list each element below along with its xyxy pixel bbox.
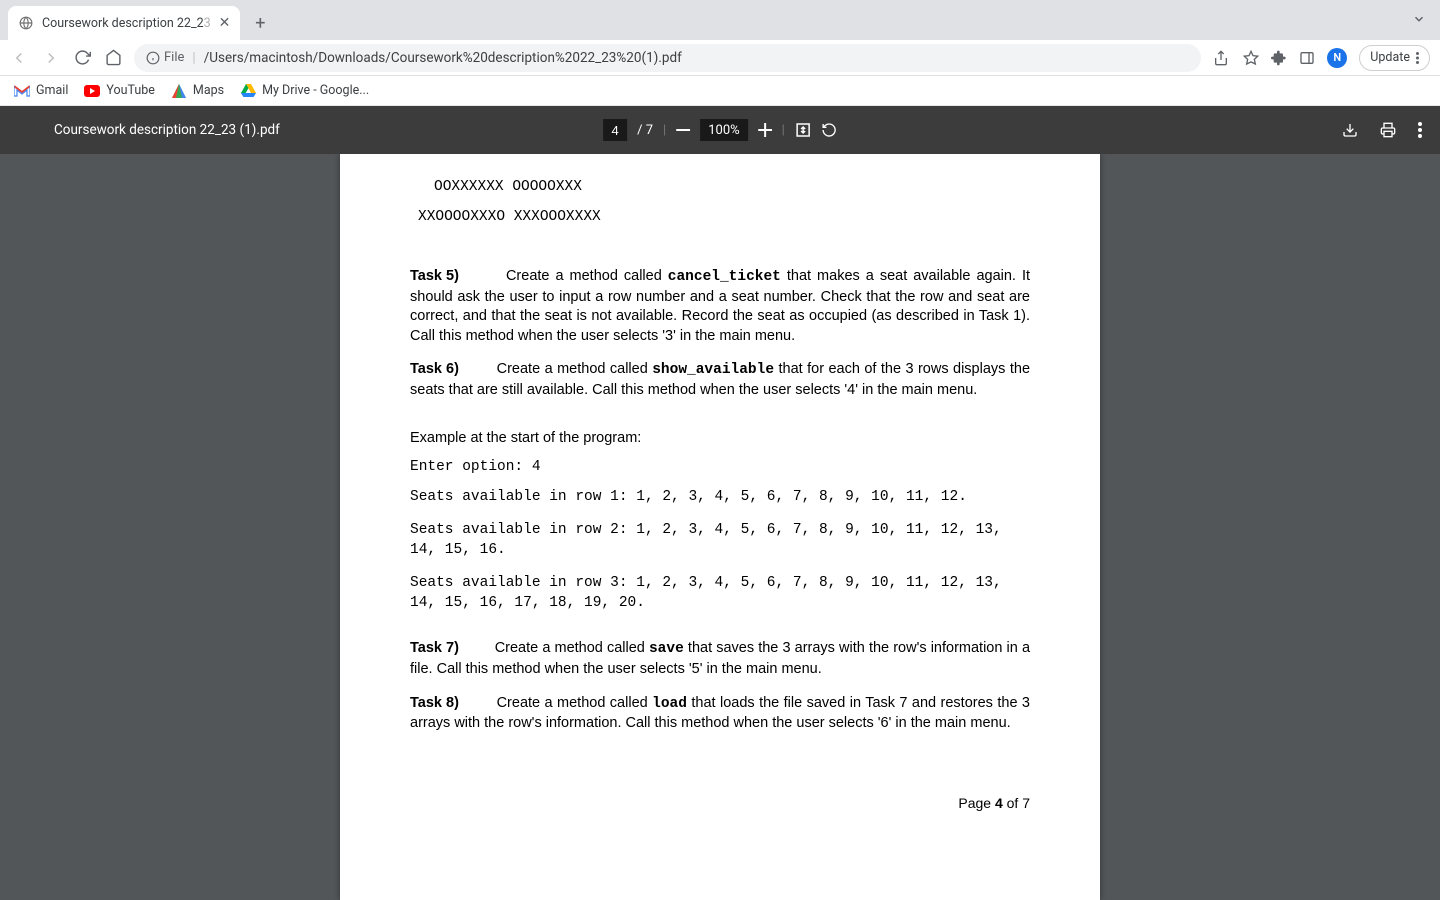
task-label: Task 7) (410, 639, 470, 659)
url-scheme: File (164, 50, 184, 65)
more-icon[interactable] (1418, 122, 1422, 138)
bookmarks-bar: Gmail YouTube Maps My Drive - Google... (0, 76, 1440, 106)
maps-icon (171, 83, 187, 99)
bookmark-star-icon[interactable] (1243, 50, 1259, 66)
back-icon[interactable] (10, 49, 28, 67)
fit-page-icon[interactable] (795, 122, 811, 138)
task-text: Create a method called (506, 268, 668, 284)
omnibox-separator: | (192, 50, 195, 66)
bookmark-label: My Drive - Google... (262, 83, 369, 98)
bookmark-maps[interactable]: Maps (171, 83, 224, 99)
update-button[interactable]: Update (1359, 45, 1430, 71)
download-icon[interactable] (1342, 122, 1358, 138)
example-heading: Example at the start of the program: (410, 429, 1030, 449)
print-icon[interactable] (1380, 122, 1396, 138)
zoom-out-icon[interactable] (676, 123, 690, 137)
example-output: Seats available in row 3: 1, 2, 3, 4, 5,… (410, 574, 1030, 613)
task-5: Task 5) Create a method called cancel_ti… (410, 267, 1030, 346)
toolbar-separator: | (782, 123, 785, 138)
seat-diagram-line: XXOOOOXXXO XXXOOOXXXX (418, 208, 1030, 228)
task-label: Task 6) (410, 360, 470, 380)
sidepanel-icon[interactable] (1299, 50, 1315, 66)
pdf-page: OOXXXXXX OOOOOXXX XXOOOOXXXO XXXOOOXXXX … (340, 154, 1100, 900)
code-name: save (649, 641, 684, 657)
share-icon[interactable] (1213, 50, 1229, 66)
forward-icon[interactable] (42, 49, 60, 67)
zoom-in-icon[interactable] (758, 123, 772, 137)
tab-title: Coursework description 22_23 (42, 16, 211, 31)
tabs-overflow-chevron-icon[interactable] (1412, 12, 1426, 26)
example-output: Seats available in row 2: 1, 2, 3, 4, 5,… (410, 521, 1030, 560)
task-text: Create a method called (495, 640, 649, 656)
site-info-icon[interactable]: File (146, 50, 184, 65)
pdf-filename: Coursework description 22_23 (1).pdf (54, 122, 280, 138)
browser-toolbar: File | /Users/macintosh/Downloads/Course… (0, 40, 1440, 76)
bookmark-label: YouTube (106, 83, 155, 98)
code-name: show_available (652, 362, 774, 378)
page-footer: Page 4 of 7 (410, 794, 1030, 813)
reload-icon[interactable] (74, 49, 91, 66)
profile-avatar[interactable]: N (1327, 48, 1347, 68)
task-6: Task 6) Create a method called show_avai… (410, 360, 1030, 400)
gmail-icon (14, 83, 30, 99)
task-label: Task 8) (410, 694, 470, 714)
zoom-level[interactable]: 100% (700, 119, 747, 141)
page-number-input[interactable] (603, 119, 627, 141)
browser-tab[interactable]: Coursework description 22_23 ✕ (8, 6, 240, 40)
pdf-viewport[interactable]: OOXXXXXX OOOOOXXX XXOOOOXXXO XXXOOOXXXX … (0, 154, 1440, 900)
nav-buttons (10, 49, 122, 67)
bookmark-youtube[interactable]: YouTube (84, 83, 155, 99)
bookmark-drive[interactable]: My Drive - Google... (240, 83, 369, 99)
address-bar[interactable]: File | /Users/macintosh/Downloads/Course… (134, 44, 1201, 72)
home-icon[interactable] (105, 49, 122, 66)
bookmark-label: Gmail (36, 83, 68, 98)
code-name: load (652, 696, 687, 712)
bookmark-label: Maps (193, 83, 224, 98)
bookmark-gmail[interactable]: Gmail (14, 83, 68, 99)
close-tab-icon[interactable]: ✕ (219, 15, 231, 31)
toolbar-separator: | (663, 123, 666, 138)
tab-strip: Coursework description 22_23 ✕ + (0, 0, 1440, 40)
menu-icon[interactable] (18, 123, 36, 137)
code-name: cancel_ticket (668, 269, 781, 285)
example-output: Seats available in row 1: 1, 2, 3, 4, 5,… (410, 488, 1030, 508)
extensions-icon[interactable] (1271, 50, 1287, 66)
task-8: Task 8) Create a method called load that… (410, 694, 1030, 734)
task-7: Task 7) Create a method called save that… (410, 639, 1030, 679)
task-label: Task 5) (410, 267, 470, 287)
youtube-icon (84, 83, 100, 99)
seat-diagram-line: OOXXXXXX OOOOOXXX (434, 178, 1030, 198)
example-output: Enter option: 4 (410, 458, 1030, 478)
page-total: / 7 (637, 123, 653, 138)
pdf-toolbar: Coursework description 22_23 (1).pdf / 7… (0, 106, 1440, 154)
url-path: /Users/macintosh/Downloads/Coursework%20… (204, 50, 682, 66)
task-text: Create a method called (497, 695, 653, 711)
new-tab-button[interactable]: + (246, 9, 274, 37)
task-text: Create a method called (497, 361, 653, 377)
globe-icon (18, 15, 34, 31)
drive-icon (240, 83, 256, 99)
rotate-icon[interactable] (821, 122, 837, 138)
